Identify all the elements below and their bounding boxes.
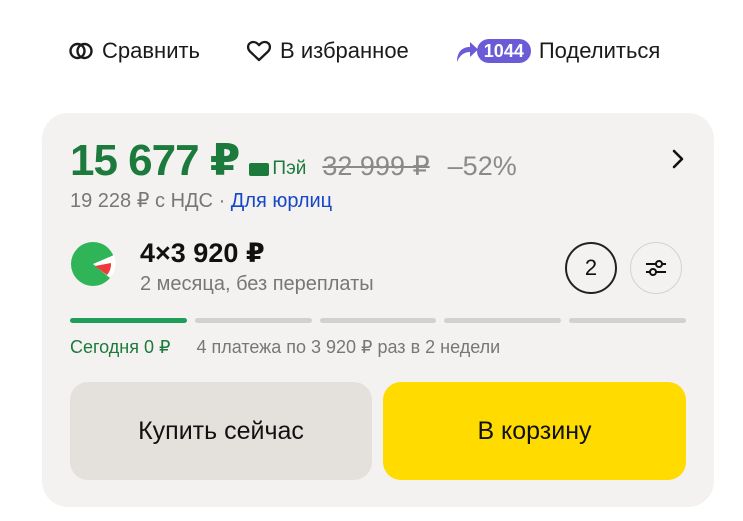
months-selector-button[interactable]: 2 xyxy=(565,242,617,294)
share-button[interactable]: 1044 Поделиться xyxy=(451,36,661,66)
split-subtitle: 2 месяца, без переплаты xyxy=(140,273,374,295)
settings-button[interactable] xyxy=(630,242,682,294)
add-to-cart-button[interactable]: В корзину xyxy=(383,382,686,480)
vat-separator: · xyxy=(218,190,226,212)
share-label: Поделиться xyxy=(538,38,661,63)
compare-button[interactable]: Сравнить xyxy=(68,38,200,64)
price-card: 15 677 ₽ Пэй 32 999 ₽ –52% 19 228 ₽ с НД… xyxy=(42,113,714,507)
share-count-badge: 1044 xyxy=(476,39,531,63)
payment-progress xyxy=(70,318,686,323)
current-price: 15 677 ₽ xyxy=(70,136,240,185)
compare-label: Сравнить xyxy=(102,38,201,63)
product-actions-bar: Сравнить В избранное 1044 Поделиться xyxy=(68,34,713,68)
heart-icon xyxy=(246,40,272,62)
progress-segment xyxy=(569,318,686,323)
price-row: 15 677 ₽ Пэй 32 999 ₽ –52% xyxy=(70,135,517,186)
favorite-button[interactable]: В избранное xyxy=(246,38,409,64)
discount-badge: –52% xyxy=(447,151,517,181)
vat-price: 19 228 ₽ с НДС xyxy=(70,190,213,212)
progress-segment xyxy=(444,318,562,323)
progress-segment xyxy=(70,318,187,323)
today-amount: Сегодня 0 ₽ xyxy=(70,337,171,357)
progress-segment xyxy=(319,318,437,323)
chevron-right-icon[interactable] xyxy=(668,147,688,171)
favorite-label: В избранное xyxy=(280,38,409,63)
pay-label: Пэй xyxy=(272,157,307,179)
vat-line: 19 228 ₽ с НДС · Для юрлиц xyxy=(70,188,332,213)
split-logo-icon xyxy=(71,242,116,286)
progress-segment xyxy=(194,318,312,323)
card-icon xyxy=(249,163,270,176)
pay-badge: Пэй xyxy=(249,158,306,180)
legal-entities-link[interactable]: Для юрлиц xyxy=(231,190,332,212)
sliders-icon xyxy=(646,260,666,276)
schedule-text: 4 платежа по 3 920 ₽ раз в 2 недели xyxy=(196,337,501,357)
buy-now-button[interactable]: Купить сейчас xyxy=(70,382,372,480)
split-title: 4×3 920 ₽ xyxy=(140,238,265,268)
old-price: 32 999 ₽ xyxy=(322,151,430,181)
compare-icon xyxy=(69,42,93,60)
payment-schedule: Сегодня 0 ₽ 4 платежа по 3 920 ₽ раз в 2… xyxy=(70,337,500,358)
